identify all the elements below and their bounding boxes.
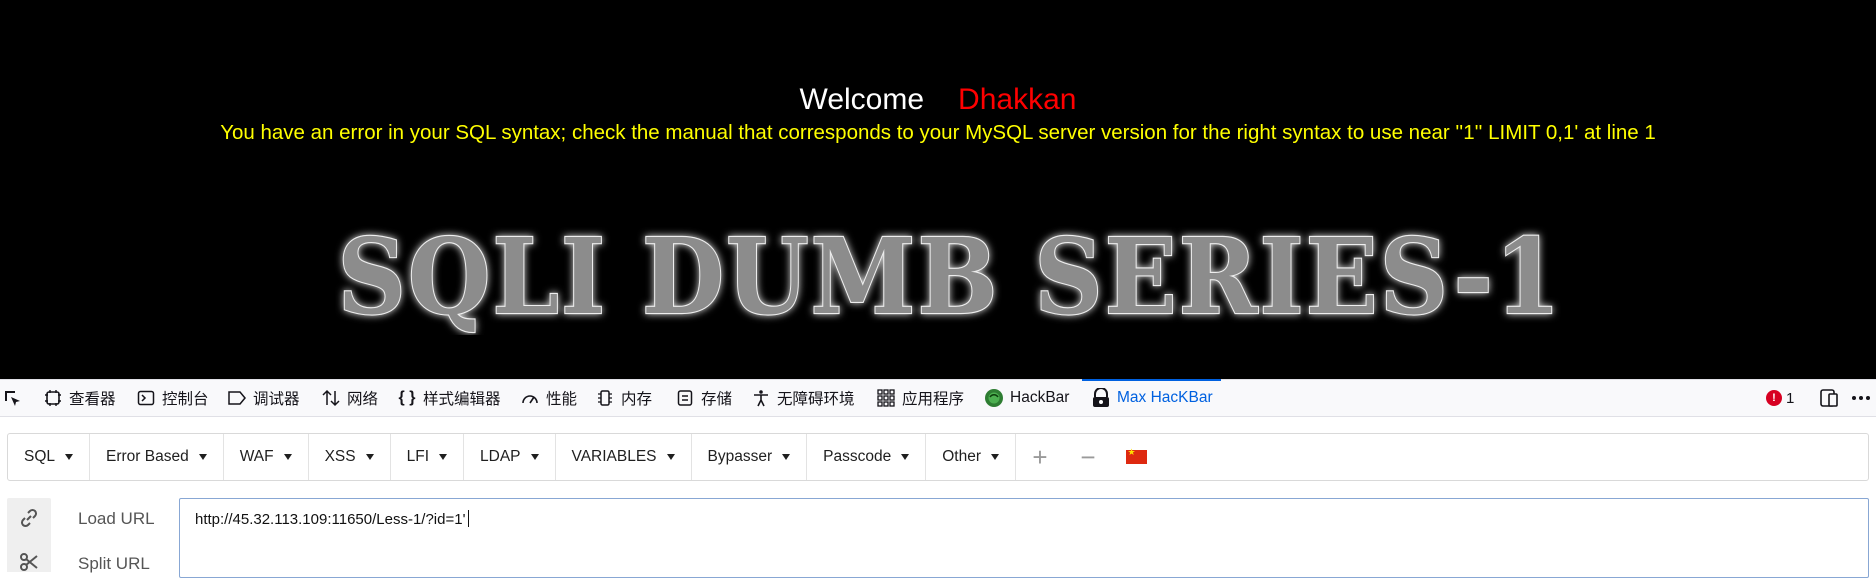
chevron-down-icon — [782, 454, 791, 460]
tab-style-editor[interactable]: { } 样式编辑器 — [396, 380, 501, 416]
tab-hackbar[interactable]: HackBar — [983, 380, 1069, 416]
menu-ldap[interactable]: LDAP — [464, 434, 556, 480]
url-text: http://45.32.113.109:11650/Less-1/?id=1' — [195, 511, 466, 528]
hackbar-panel: SQL Error Based WAF XSS LFI LDAP VARIABL… — [0, 417, 1876, 578]
hackbar-action-sidebar — [7, 498, 51, 572]
style-editor-icon: { } — [398, 389, 416, 406]
menu-label: XSS — [324, 448, 356, 465]
storage-icon — [674, 388, 696, 408]
tab-storage[interactable]: 存储 — [674, 380, 732, 416]
tab-label: 存储 — [701, 391, 733, 408]
error-count-badge[interactable]: ! 1 — [1766, 380, 1794, 416]
menu-waf[interactable]: WAF — [224, 434, 309, 480]
memory-icon — [594, 388, 616, 408]
menu-error-based[interactable]: Error Based — [90, 434, 224, 480]
menu-label: LFI — [406, 448, 430, 465]
tab-memory[interactable]: 内存 — [594, 380, 652, 416]
url-input[interactable]: http://45.32.113.109:11650/Less-1/?id=1' — [179, 498, 1869, 578]
split-url-button[interactable]: Split URL — [78, 554, 150, 574]
console-icon — [135, 388, 157, 408]
china-flag-icon — [1125, 447, 1147, 464]
error-icon: ! — [1766, 390, 1782, 406]
menu-label: SQL — [24, 448, 56, 465]
devtools-toolbar: 查看器 控制台 调试器 网络 { } 样式编辑器 性能 内存 存储 无障碍环境 … — [0, 379, 1876, 417]
menu-label: LDAP — [480, 448, 521, 465]
sqli-banner-image: SQLI DUMB SERIES-1 — [336, 215, 1563, 335]
link-icon[interactable] — [19, 508, 39, 528]
debugger-icon — [226, 388, 248, 408]
welcome-text: Welcome — [799, 83, 925, 116]
chevron-down-icon — [666, 454, 675, 460]
menu-sql[interactable]: SQL — [8, 434, 91, 480]
network-icon — [320, 388, 342, 408]
application-icon — [875, 388, 897, 408]
tab-label: 调试器 — [253, 391, 300, 408]
chevron-down-icon — [65, 454, 74, 460]
hackbar-menu-bar: SQL Error Based WAF XSS LFI LDAP VARIABL… — [7, 433, 1869, 481]
tab-debugger[interactable]: 调试器 — [226, 380, 300, 416]
menu-lfi[interactable]: LFI — [391, 434, 465, 480]
add-button[interactable]: + — [1016, 434, 1064, 480]
chevron-down-icon — [283, 454, 292, 460]
chevron-down-icon — [365, 454, 374, 460]
hackbar-icon — [983, 388, 1005, 408]
menu-passcode[interactable]: Passcode — [807, 434, 927, 480]
performance-icon — [519, 388, 541, 408]
tab-label: 内存 — [621, 391, 653, 408]
tab-label: 查看器 — [69, 391, 116, 408]
load-url-button[interactable]: Load URL — [78, 509, 155, 529]
tab-label: 样式编辑器 — [423, 391, 501, 408]
element-picker-icon[interactable] — [2, 388, 22, 408]
more-options-icon[interactable] — [1850, 388, 1872, 408]
inspector-icon — [42, 388, 64, 408]
tab-label: 应用程序 — [902, 391, 965, 408]
chevron-down-icon — [198, 454, 207, 460]
tab-application[interactable]: 应用程序 — [875, 380, 964, 416]
menu-label: WAF — [239, 448, 274, 465]
menu-label: Error Based — [106, 448, 189, 465]
chevron-down-icon — [901, 454, 910, 460]
tab-label: 无障碍环境 — [777, 391, 855, 408]
tab-label: HackBar — [1010, 389, 1070, 406]
max-hackbar-icon — [1090, 388, 1112, 408]
menu-label: Other — [942, 448, 981, 465]
remove-button[interactable]: − — [1064, 434, 1112, 480]
webpage-content: Welcome Dhakkan You have an error in your… — [0, 0, 1876, 379]
tab-performance[interactable]: 性能 — [519, 380, 577, 416]
responsive-design-icon[interactable] — [1818, 388, 1840, 408]
menu-other[interactable]: Other — [926, 434, 1016, 480]
tab-max-hackbar[interactable]: Max HacKBar — [1082, 379, 1221, 416]
chevron-down-icon — [439, 454, 448, 460]
chevron-down-icon — [530, 454, 539, 460]
sql-error-message: You have an error in your SQL syntax; ch… — [220, 121, 1656, 144]
welcome-line: Welcome Dhakkan — [0, 82, 1876, 118]
error-count: 1 — [1786, 389, 1795, 407]
tab-console[interactable]: 控制台 — [135, 380, 209, 416]
menu-variables[interactable]: VARIABLES — [556, 434, 692, 480]
menu-label: Bypasser — [707, 448, 773, 465]
menu-label: VARIABLES — [571, 448, 657, 465]
tab-label: Max HacKBar — [1117, 389, 1213, 406]
language-button[interactable] — [1112, 434, 1160, 480]
accessibility-icon — [750, 388, 772, 408]
tab-accessibility[interactable]: 无障碍环境 — [750, 380, 855, 416]
menu-xss[interactable]: XSS — [309, 434, 391, 480]
url-value: http://45.32.113.109:11650/Less-1/?id=1' — [195, 510, 470, 528]
scissors-icon[interactable] — [19, 552, 39, 572]
menu-label: Passcode — [823, 448, 892, 465]
banner-title: SQLI DUMB SERIES-1 — [338, 215, 1563, 335]
text-cursor — [468, 510, 470, 527]
tab-label: 网络 — [347, 391, 379, 408]
tab-label: 性能 — [546, 391, 578, 408]
tab-label: 控制台 — [162, 391, 209, 408]
tab-network[interactable]: 网络 — [320, 380, 378, 416]
menu-bypasser[interactable]: Bypasser — [692, 434, 808, 480]
welcome-username: Dhakkan — [958, 83, 1077, 116]
chevron-down-icon — [991, 454, 999, 460]
tab-inspector[interactable]: 查看器 — [42, 380, 116, 416]
